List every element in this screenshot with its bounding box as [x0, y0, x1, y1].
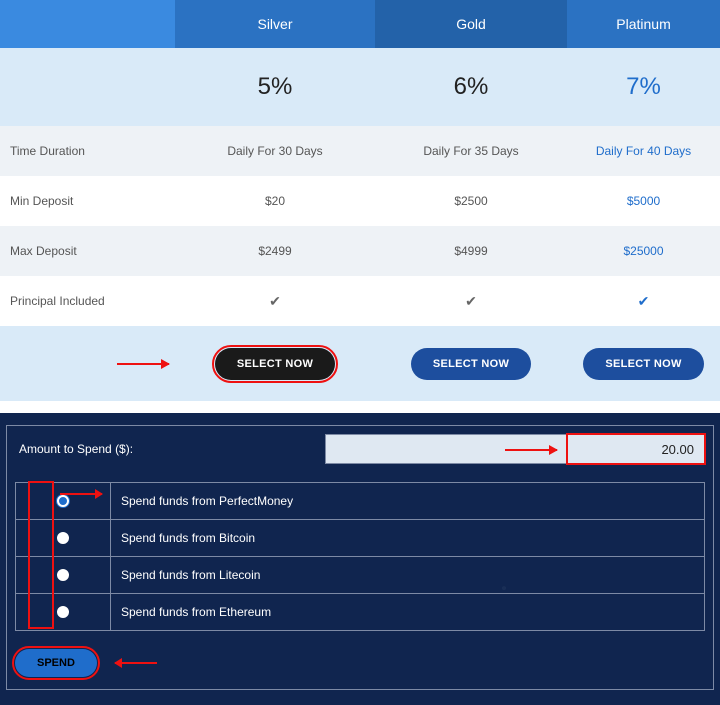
- arrow-right-icon: [115, 662, 157, 664]
- plan-header-gold: Gold: [375, 0, 567, 48]
- radio-cell[interactable]: [16, 594, 111, 630]
- select-cell-silver: SELECT NOW: [175, 326, 375, 401]
- check-icon: ✔: [638, 293, 650, 310]
- row-label-min: Min Deposit: [0, 176, 175, 226]
- principal-gold: ✔: [375, 276, 567, 326]
- select-now-button-gold[interactable]: SELECT NOW: [411, 348, 531, 380]
- row-label-max: Max Deposit: [0, 226, 175, 276]
- max-silver: $2499: [175, 226, 375, 276]
- select-now-button-platinum[interactable]: SELECT NOW: [583, 348, 703, 380]
- payment-row-perfectmoney[interactable]: Spend funds from PerfectMoney: [16, 483, 704, 520]
- payment-row-bitcoin[interactable]: Spend funds from Bitcoin: [16, 520, 704, 557]
- payment-label: Spend funds from Ethereum: [111, 594, 704, 630]
- radio-cell[interactable]: [16, 557, 111, 593]
- plan-header-silver: Silver: [175, 0, 375, 48]
- duration-platinum: Daily For 40 Days: [567, 126, 720, 176]
- row-label-principal: Principal Included: [0, 276, 175, 326]
- principal-silver: ✔: [175, 276, 375, 326]
- max-platinum: $25000: [567, 226, 720, 276]
- amount-label: Amount to Spend ($):: [15, 442, 325, 456]
- spend-button-row: SPEND: [15, 649, 705, 677]
- percent-platinum: 7%: [567, 48, 720, 126]
- radio-icon[interactable]: [57, 606, 69, 618]
- select-arrow-cell: [0, 326, 175, 401]
- arrow-right-icon: [505, 449, 557, 451]
- percent-blank: [0, 48, 175, 126]
- min-gold: $2500: [375, 176, 567, 226]
- percent-gold: 6%: [375, 48, 567, 126]
- payment-label: Spend funds from Litecoin: [111, 557, 704, 593]
- plan-header-platinum: Platinum: [567, 0, 720, 48]
- spend-panel: Amount to Spend ($): Spend funds from Pe…: [0, 413, 720, 705]
- payment-row-litecoin[interactable]: Spend funds from Litecoin: [16, 557, 704, 594]
- spend-panel-inner: Amount to Spend ($): Spend funds from Pe…: [6, 425, 714, 690]
- payment-methods-table: Spend funds from PerfectMoney Spend fund…: [15, 482, 705, 631]
- check-icon: ✔: [269, 293, 281, 310]
- duration-silver: Daily For 30 Days: [175, 126, 375, 176]
- payment-label: Spend funds from PerfectMoney: [111, 483, 704, 519]
- amount-row: Amount to Spend ($):: [15, 434, 705, 464]
- check-icon: ✔: [465, 293, 477, 310]
- pricing-table: Silver Gold Platinum 5% 6% 7% Time Durat…: [0, 0, 720, 401]
- select-now-button-silver[interactable]: SELECT NOW: [215, 348, 335, 380]
- select-cell-gold: SELECT NOW: [375, 326, 567, 401]
- radio-icon[interactable]: [57, 569, 69, 581]
- min-silver: $20: [175, 176, 375, 226]
- header-blank: [0, 0, 175, 48]
- duration-gold: Daily For 35 Days: [375, 126, 567, 176]
- payment-label: Spend funds from Bitcoin: [111, 520, 704, 556]
- spend-button[interactable]: SPEND: [15, 649, 97, 677]
- arrow-right-icon: [117, 363, 169, 365]
- principal-platinum: ✔: [567, 276, 720, 326]
- select-cell-platinum: SELECT NOW: [567, 326, 720, 401]
- percent-silver: 5%: [175, 48, 375, 126]
- max-gold: $4999: [375, 226, 567, 276]
- radio-cell[interactable]: [16, 520, 111, 556]
- radio-icon[interactable]: [57, 532, 69, 544]
- row-label-duration: Time Duration: [0, 126, 175, 176]
- payment-row-ethereum[interactable]: Spend funds from Ethereum: [16, 594, 704, 630]
- arrow-right-icon: [60, 493, 102, 495]
- amount-input-wrap: [325, 434, 705, 464]
- radio-icon[interactable]: [57, 495, 69, 507]
- min-platinum: $5000: [567, 176, 720, 226]
